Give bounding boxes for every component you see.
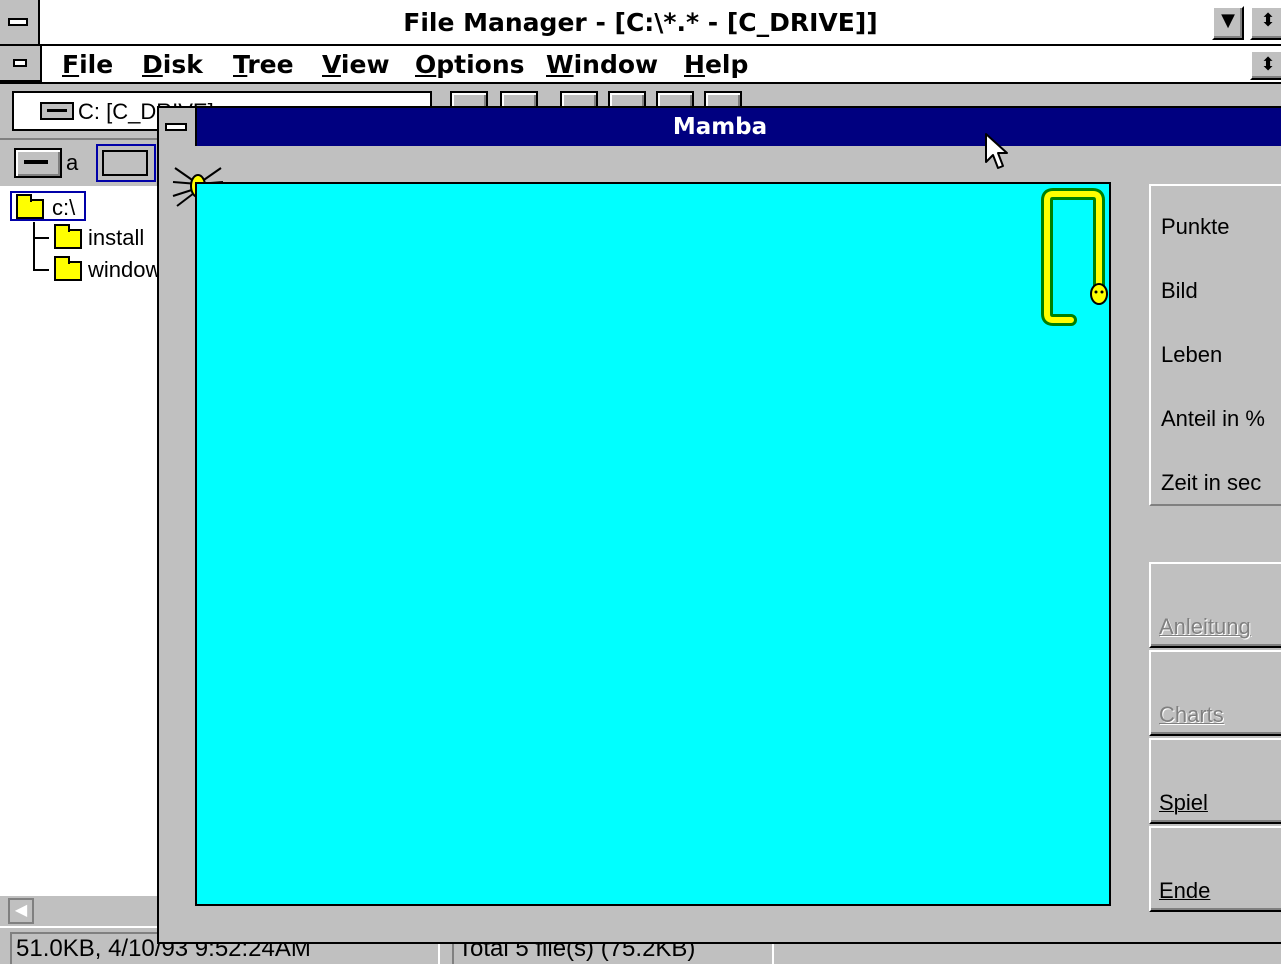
spiel-button[interactable]: Spiel: [1149, 738, 1281, 824]
label-bild: Bild: [1161, 278, 1198, 303]
menu-file[interactable]: File: [62, 50, 113, 79]
tree-root-label: c:\: [52, 195, 76, 220]
drive-a-icon[interactable]: [14, 148, 62, 178]
tree-root-node[interactable]: c:\: [10, 191, 86, 221]
mamba-title: Mamba: [672, 114, 768, 140]
menu-options[interactable]: Options: [415, 50, 525, 79]
scroll-down-arrow-icon: ▼: [1221, 10, 1235, 31]
ende-button[interactable]: Ende: [1149, 826, 1281, 912]
tree-item-install[interactable]: install: [88, 225, 144, 251]
label-punkte: Punkte: [1161, 214, 1230, 239]
open-folder-icon: [16, 194, 44, 219]
menu-view[interactable]: View: [322, 50, 390, 79]
file-manager-title-bar: File Manager - [C:\*.* - [C_DRIVE]] ▼ ⬍: [0, 0, 1281, 46]
charts-button[interactable]: Charts: [1149, 650, 1281, 736]
anleitung-button[interactable]: Anleitung: [1149, 562, 1281, 648]
label-anteil: Anteil in %: [1161, 406, 1265, 431]
mamba-window: Mamba Punkte Bild Leben Anteil in % Zeit…: [157, 106, 1281, 944]
folder-icon: [54, 256, 82, 281]
menu-bar: File Disk Tree View Options Window Help …: [0, 46, 1281, 84]
mamba-title-bar[interactable]: Mamba: [159, 108, 1281, 146]
menu-window[interactable]: Window: [546, 50, 658, 79]
score-panel: Punkte Bild Leben Anteil in % Zeit in se…: [1149, 184, 1281, 506]
drive-a-label[interactable]: a: [66, 150, 78, 176]
document-system-menu-icon[interactable]: [0, 46, 42, 82]
game-playfield[interactable]: [195, 182, 1111, 906]
restore-arrows-icon: ⬍: [1260, 54, 1276, 75]
mouse-cursor-icon: [985, 133, 1008, 169]
menu-disk[interactable]: Disk: [142, 50, 203, 79]
snake-icon: [1041, 188, 1108, 326]
menu-tree[interactable]: Tree: [233, 50, 294, 79]
restore-arrows-icon: ⬍: [1260, 10, 1276, 31]
document-restore-button[interactable]: ⬍: [1250, 50, 1281, 80]
scroll-left-arrow-icon[interactable]: ◀: [8, 898, 34, 924]
restore-button[interactable]: ⬍: [1250, 6, 1281, 40]
menu-help[interactable]: Help: [684, 50, 748, 79]
drive-c-icon[interactable]: [96, 144, 156, 182]
label-zeit: Zeit in sec: [1161, 470, 1262, 495]
drive-icon: [40, 102, 74, 120]
minimize-button[interactable]: ▼: [1212, 6, 1244, 40]
window-title: File Manager - [C:\*.* - [C_DRIVE]]: [403, 8, 878, 37]
folder-icon: [54, 224, 82, 249]
label-leben: Leben: [1161, 342, 1223, 367]
